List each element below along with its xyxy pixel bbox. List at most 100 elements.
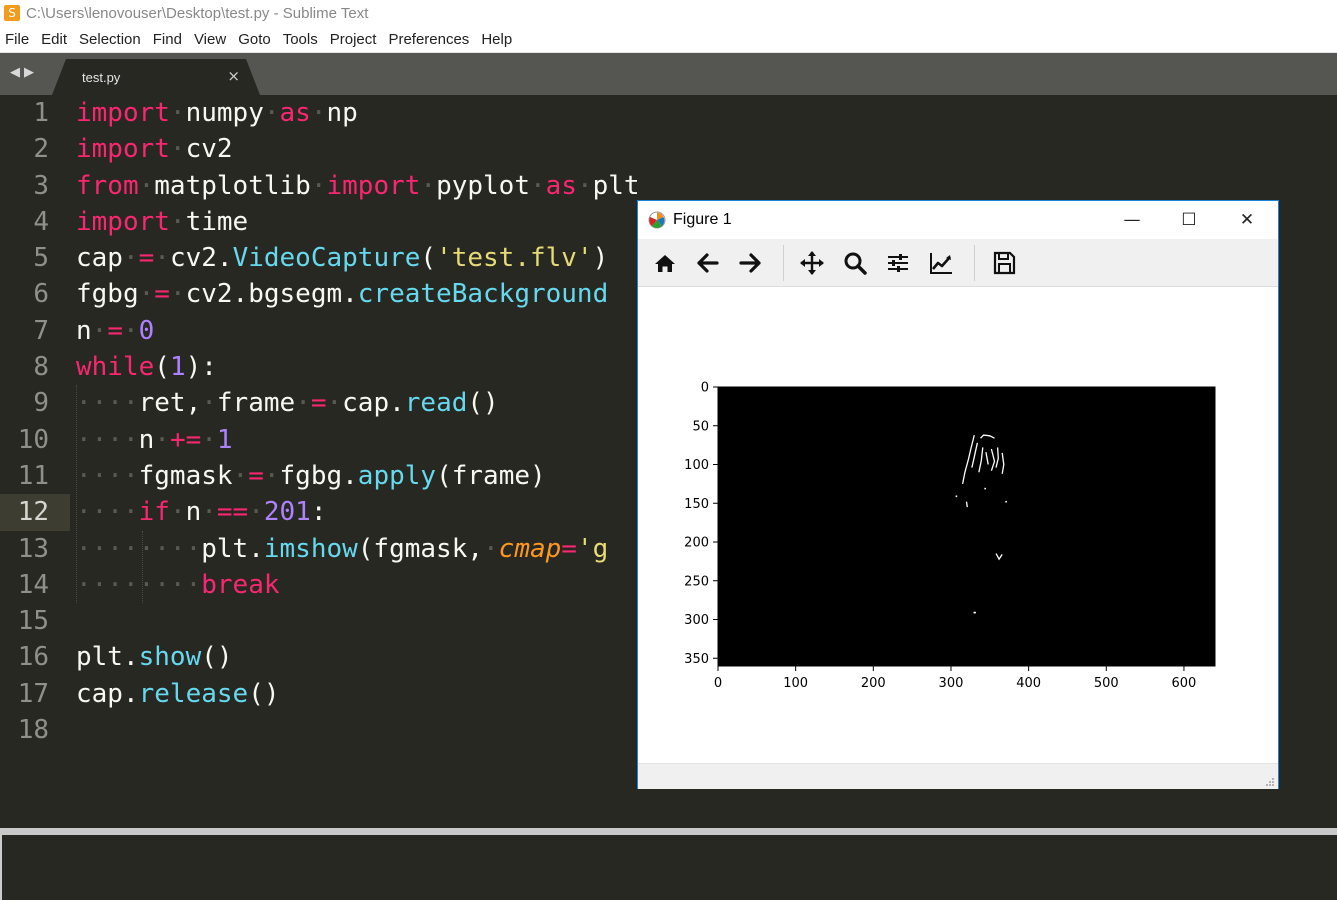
code-line[interactable]: fgbg·=·cv2.bgsegm.createBackground: [76, 276, 640, 312]
line-number: 13: [17, 533, 49, 564]
line-number: 14: [17, 569, 49, 600]
code-token: ·: [483, 533, 499, 564]
menu-preferences[interactable]: Preferences: [382, 31, 475, 48]
figure-canvas[interactable]: 0 100 200 300 400 500 600 0 50 100 150 200 250 300 350: [638, 287, 1278, 763]
code-token: ·: [122, 243, 139, 274]
toolbar-separator: [974, 245, 975, 281]
code-token: ·: [263, 460, 280, 491]
code-token: ·: [310, 170, 327, 201]
title-bar: S C:\Users\lenovouser\Desktop\test.py - …: [0, 0, 1337, 26]
menu-help[interactable]: Help: [475, 31, 518, 48]
code-line[interactable]: ····fgmask·=·fgbg.apply(frame): [76, 458, 640, 494]
code-line[interactable]: [76, 603, 640, 639]
code-token: cap.: [342, 388, 405, 419]
code-line[interactable]: ····n·+=·1: [76, 422, 640, 458]
code-token: ·: [248, 497, 264, 528]
code-line[interactable]: n·=·0: [76, 313, 640, 349]
figure-status-bar: [638, 763, 1278, 789]
forward-icon[interactable]: [736, 249, 764, 277]
y-tick-label: 250: [684, 574, 709, 589]
code-line[interactable]: import·time: [76, 204, 640, 240]
y-tick-label: 50: [692, 419, 709, 434]
line-number: 9: [33, 388, 49, 419]
code-line[interactable]: plt.show(): [76, 639, 640, 675]
code-token: matplotlib: [154, 170, 311, 201]
edit-axis-icon[interactable]: [927, 249, 955, 277]
code-line[interactable]: [76, 712, 640, 748]
save-icon[interactable]: [990, 249, 1018, 277]
figure-title-bar[interactable]: Figure 1 — ☐ ✕: [638, 201, 1278, 239]
line-number: 1: [33, 98, 49, 128]
code-line[interactable]: from·matplotlib·import·pyplot·as·plt: [76, 168, 640, 204]
code-token: imshow: [263, 533, 358, 564]
code-line[interactable]: import·cv2: [76, 131, 640, 167]
code-token: +=: [169, 424, 202, 455]
code-token: ·: [91, 315, 108, 346]
menu-project[interactable]: Project: [324, 31, 383, 48]
home-icon[interactable]: [651, 249, 679, 277]
code-token: fgbg.: [279, 460, 358, 491]
code-line[interactable]: ········break: [76, 567, 640, 603]
code-token: import: [76, 98, 170, 128]
image-plot[interactable]: 0 100 200 300 400 500 600 0 50 100 150 200 250 300 350: [638, 287, 1278, 763]
tab-label: test.py: [82, 70, 121, 85]
code-token: numpy: [185, 98, 264, 128]
code-token: ····: [76, 388, 139, 419]
code-line[interactable]: ····ret,·frame·=·cap.read(): [76, 385, 640, 421]
code-token: ·: [169, 497, 186, 528]
menu-tools[interactable]: Tools: [277, 31, 324, 48]
code-token: ····: [76, 460, 139, 491]
code-line[interactable]: cap·=·cv2.VideoCapture('test.flv'): [76, 240, 640, 276]
close-button[interactable]: ✕: [1233, 207, 1261, 233]
code-area[interactable]: import·numpy·as·np import·cv2 from·matplot…: [76, 95, 640, 748]
console-panel[interactable]: [0, 835, 1337, 900]
configure-subplots-icon[interactable]: [884, 249, 912, 277]
tab-close-icon[interactable]: ×: [227, 67, 240, 85]
code-line[interactable]: ····if·n·==·201:: [76, 494, 640, 530]
code-line[interactable]: import·numpy·as·np: [76, 95, 640, 131]
code-token: n: [76, 315, 92, 346]
code-token: 'test.flv': [436, 243, 593, 274]
tab-right-arrow-icon[interactable]: ▶: [24, 65, 38, 80]
tab-left-arrow-icon[interactable]: ◀: [10, 65, 24, 80]
window-title: C:\Users\lenovouser\Desktop\test.py - Su…: [26, 4, 369, 22]
code-token: ·: [310, 98, 327, 128]
resize-grip-icon[interactable]: [1265, 777, 1275, 787]
code-token: ·: [420, 170, 437, 201]
code-token: ·: [326, 388, 343, 419]
code-token: =: [561, 533, 577, 564]
panel-separator[interactable]: [0, 828, 1337, 835]
code-token: (): [248, 678, 280, 709]
code-token: as: [545, 170, 577, 201]
menu-view[interactable]: View: [188, 31, 232, 48]
mask-pixel: [1005, 500, 1007, 503]
line-number: 12: [0, 494, 66, 531]
menu-goto[interactable]: Goto: [232, 31, 277, 48]
code-token: release: [138, 678, 249, 709]
maximize-button[interactable]: ☐: [1175, 207, 1203, 233]
code-token: =: [107, 315, 123, 346]
code-token: show: [138, 642, 202, 673]
code-token: if: [138, 497, 170, 528]
menu-edit[interactable]: Edit: [35, 31, 73, 48]
zoom-icon[interactable]: [841, 249, 869, 277]
code-token: read: [404, 388, 468, 419]
code-token: ==: [216, 497, 249, 528]
code-token: ········: [76, 569, 202, 600]
code-token: pyplot: [436, 170, 530, 201]
menu-find[interactable]: Find: [147, 31, 188, 48]
code-line[interactable]: while(1):: [76, 349, 640, 385]
menu-file[interactable]: File: [0, 31, 35, 48]
code-token: cmap: [498, 533, 562, 564]
code-line[interactable]: cap.release(): [76, 676, 640, 712]
line-number: 10: [17, 424, 49, 455]
code-line[interactable]: ········plt.imshow(fgmask,·cmap='g: [76, 531, 640, 567]
minimize-button[interactable]: —: [1118, 207, 1146, 233]
menu-selection[interactable]: Selection: [73, 31, 147, 48]
code-token: ·: [169, 279, 186, 310]
back-icon[interactable]: [694, 249, 722, 277]
figure-window[interactable]: Figure 1 — ☐ ✕ 0 100 200 300 400 500 600…: [637, 200, 1279, 789]
code-token: (fgmask,: [357, 533, 484, 564]
tab-test-py[interactable]: test.py ×: [52, 59, 260, 95]
pan-icon[interactable]: [798, 249, 826, 277]
